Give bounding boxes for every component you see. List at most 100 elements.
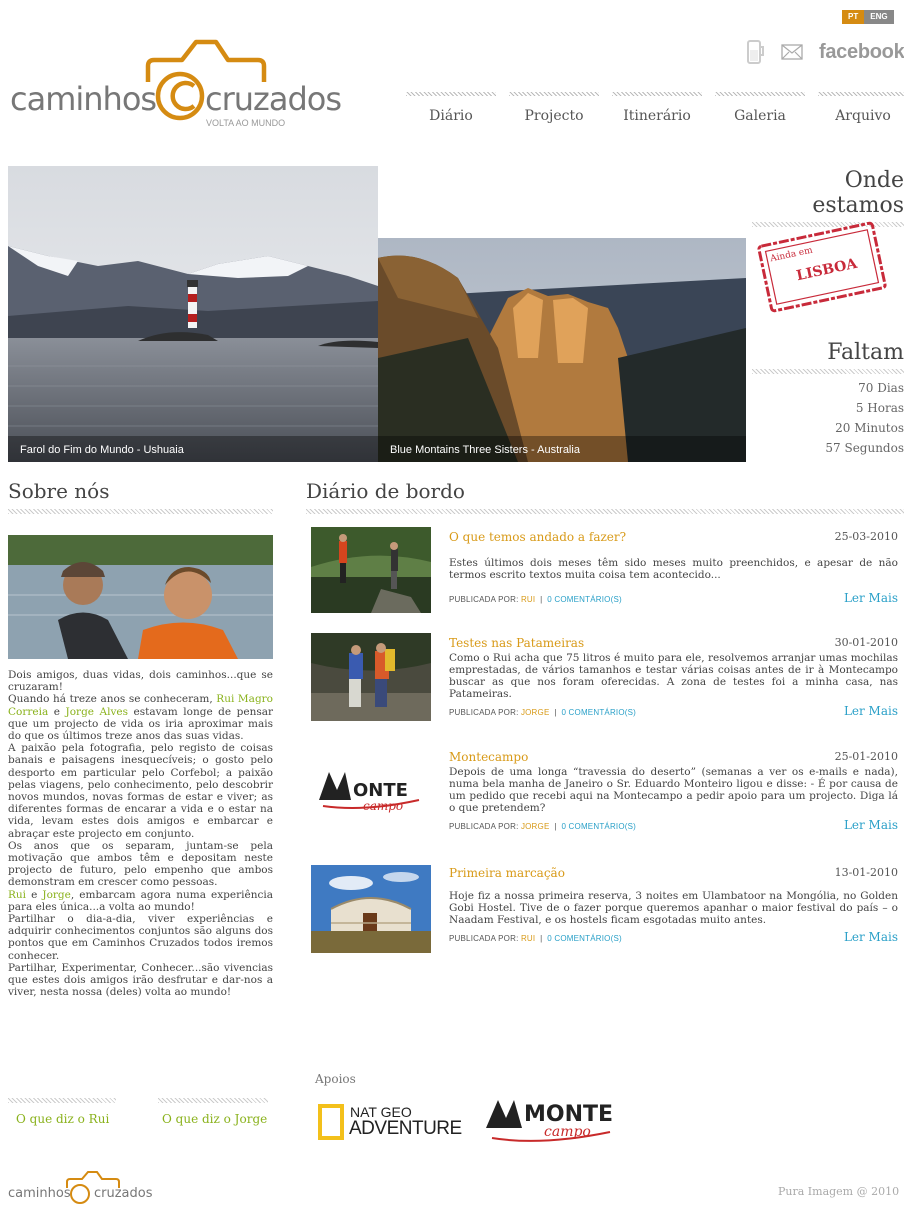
logo-subtitle: VOLTA AO MUNDO	[206, 118, 286, 128]
countdown-hours: 5 Horas	[855, 401, 904, 415]
lang-pt-button[interactable]: PT	[842, 10, 865, 24]
read-more-link[interactable]: Ler Mais	[844, 818, 898, 832]
read-more-link[interactable]: Ler Mais	[844, 591, 898, 605]
nav-label: Arquivo	[835, 108, 891, 124]
yurt-thumbnail	[311, 865, 431, 953]
nav-item-projecto[interactable]: Projecto	[509, 92, 599, 124]
site-logo[interactable]: caminhos cruzados VOLTA AO MUNDO	[10, 38, 342, 130]
post-thumbnail[interactable]	[311, 527, 431, 613]
facebook-link[interactable]: facebook	[819, 41, 904, 64]
nav-rule	[818, 92, 904, 96]
about-paragraph: estavam longe de pensar que um projecto …	[8, 705, 274, 743]
post-meta-label: PUBLICADA POR:	[449, 595, 519, 604]
about-paragraph: Partilhar o dia-a-dia, viver experiência…	[8, 913, 273, 962]
post-title[interactable]: Primeira marcação	[449, 866, 565, 880]
about-paragraph: Dois amigos, duas vidas, dois caminhos..…	[8, 669, 273, 694]
post-title[interactable]: Testes nas Patameiras	[449, 636, 584, 650]
about-section: Sobre nós	[8, 479, 273, 514]
drink-icon[interactable]	[745, 38, 765, 66]
jorge-says[interactable]: O que diz o Jorge	[158, 1098, 268, 1126]
post-thumbnail[interactable]	[311, 865, 431, 953]
read-more-link[interactable]: Ler Mais	[844, 930, 898, 944]
post-thumbnail[interactable]: ONTE campo	[315, 760, 427, 814]
lang-en-button[interactable]: ENG	[864, 10, 894, 24]
montecampo-script: campo	[544, 1124, 591, 1140]
post-thumbnail[interactable]	[311, 633, 431, 721]
post-excerpt: Como o Rui acha que 75 litros é muito pa…	[449, 652, 898, 700]
about-paragraph: Os anos que os separam, juntam-se pela m…	[8, 839, 273, 889]
post-meta: PUBLICADA POR: JORGE | 0 COMENTÁRIO(S)	[449, 822, 637, 831]
nav-item-arquivo[interactable]: Arquivo	[818, 92, 904, 124]
post-author-link[interactable]: JORGE	[521, 822, 550, 831]
nav-rule	[612, 92, 702, 96]
nav-rule	[509, 92, 599, 96]
post-comments-link[interactable]: 0 COMENTÁRIO(S)	[561, 708, 636, 717]
post-author-link[interactable]: RUI	[521, 595, 535, 604]
rui-link[interactable]: Rui	[8, 889, 26, 901]
rui-says[interactable]: O que diz o Rui	[8, 1098, 116, 1126]
natgeo-text-bottom: ADVENTURE	[349, 1118, 462, 1139]
post-excerpt: Depois de uma longa “travessia do desert…	[449, 766, 898, 814]
montecampo-sponsor[interactable]: MONTE campo	[482, 1094, 614, 1148]
post-date: 25-03-2010	[834, 530, 898, 543]
footer-logo-right: cruzados	[94, 1186, 153, 1201]
countdown-widget: Faltam 70 Dias 5 Horas 20 Minutos 57 Seg…	[752, 340, 904, 458]
post-meta-label: PUBLICADA POR:	[449, 934, 519, 943]
hatch-divider	[8, 509, 273, 514]
read-more-link[interactable]: Ler Mais	[844, 704, 898, 718]
nav-rule	[715, 92, 805, 96]
footer-logo[interactable]: caminhos cruzados	[8, 1170, 168, 1204]
post-author-link[interactable]: JORGE	[521, 708, 550, 717]
hero-photo-ushuaia[interactable]: Farol do Fim do Mundo - Ushuaia	[8, 166, 378, 462]
jorge-says-link[interactable]: O que diz o Jorge	[158, 1112, 268, 1126]
post-title[interactable]: Montecampo	[449, 750, 528, 764]
post-title[interactable]: O que temos andado a fazer?	[449, 530, 626, 544]
mail-icon[interactable]	[781, 44, 803, 60]
three-sisters-photo	[378, 238, 746, 462]
countdown-minutes: 20 Minutos	[835, 421, 904, 435]
main-nav: Diário Projecto Itinerário Galeria Arqui…	[406, 92, 904, 124]
location-stamp: Ainda em LISBOA	[756, 212, 888, 322]
post-meta: PUBLICADA POR: RUI | 0 COMENTÁRIO(S)	[449, 595, 622, 604]
post-comments-link[interactable]: 0 COMENTÁRIO(S)	[547, 595, 622, 604]
nav-item-itinerario[interactable]: Itinerário	[612, 92, 702, 124]
nav-label: Projecto	[524, 108, 584, 124]
post-item: Montecampo 25-01-2010 Depois de uma long…	[449, 750, 898, 832]
hero-photo-australia[interactable]: Blue Montains Three Sisters - Australia	[378, 238, 746, 462]
backpackers-thumbnail	[311, 633, 431, 721]
post-comments-link[interactable]: 0 COMENTÁRIO(S)	[561, 822, 636, 831]
post-item: O que temos andado a fazer? 25-03-2010 E…	[449, 530, 898, 605]
nav-label: Itinerário	[623, 108, 691, 124]
jorge-link[interactable]: Jorge Alves	[66, 706, 128, 718]
rui-says-link[interactable]: O que diz o Rui	[8, 1112, 116, 1126]
post-excerpt: Hoje fiz a nossa primeira reserva, 3 noi…	[449, 890, 898, 926]
hikers-thumbnail	[311, 527, 431, 613]
header-icons: facebook	[745, 38, 904, 66]
post-meta: PUBLICADA POR: RUI | 0 COMENTÁRIO(S)	[449, 934, 622, 943]
two-friends-photo	[8, 535, 273, 659]
hatch-divider	[158, 1098, 268, 1103]
nav-item-galeria[interactable]: Galeria	[715, 92, 805, 124]
about-paragraph: Quando há treze anos se conheceram,	[8, 693, 213, 706]
countdown-seconds: 57 Segundos	[825, 441, 904, 455]
post-date: 13-01-2010	[834, 866, 898, 879]
countdown-title: Faltam	[827, 340, 904, 365]
footer-logo-left: caminhos	[8, 1186, 71, 1201]
where-title: Onde estamos	[812, 168, 904, 218]
about-paragraph: Partilhar, Experimentar, Conhecer...são …	[8, 961, 273, 999]
countdown-days: 70 Dias	[858, 381, 904, 395]
logo-text-left: caminhos	[10, 80, 157, 118]
hatch-divider	[8, 1098, 116, 1103]
montecampo-logo-icon: ONTE campo	[319, 772, 420, 813]
about-text: Dois amigos, duas vidas, dois caminhos..…	[8, 669, 273, 998]
logo-text-right: cruzados	[205, 80, 342, 118]
jorge-link[interactable]: Jorge	[42, 889, 71, 901]
post-author-link[interactable]: RUI	[521, 934, 535, 943]
nav-label: Galeria	[734, 108, 786, 124]
language-switch: PT ENG	[842, 10, 894, 24]
post-comments-link[interactable]: 0 COMENTÁRIO(S)	[547, 934, 622, 943]
nav-item-diario[interactable]: Diário	[406, 92, 496, 124]
hatch-divider	[306, 509, 904, 514]
post-item: Testes nas Patameiras 30-01-2010 Como o …	[449, 636, 898, 718]
natgeo-sponsor[interactable]: NAT GEO ADVENTURE	[318, 1104, 468, 1140]
